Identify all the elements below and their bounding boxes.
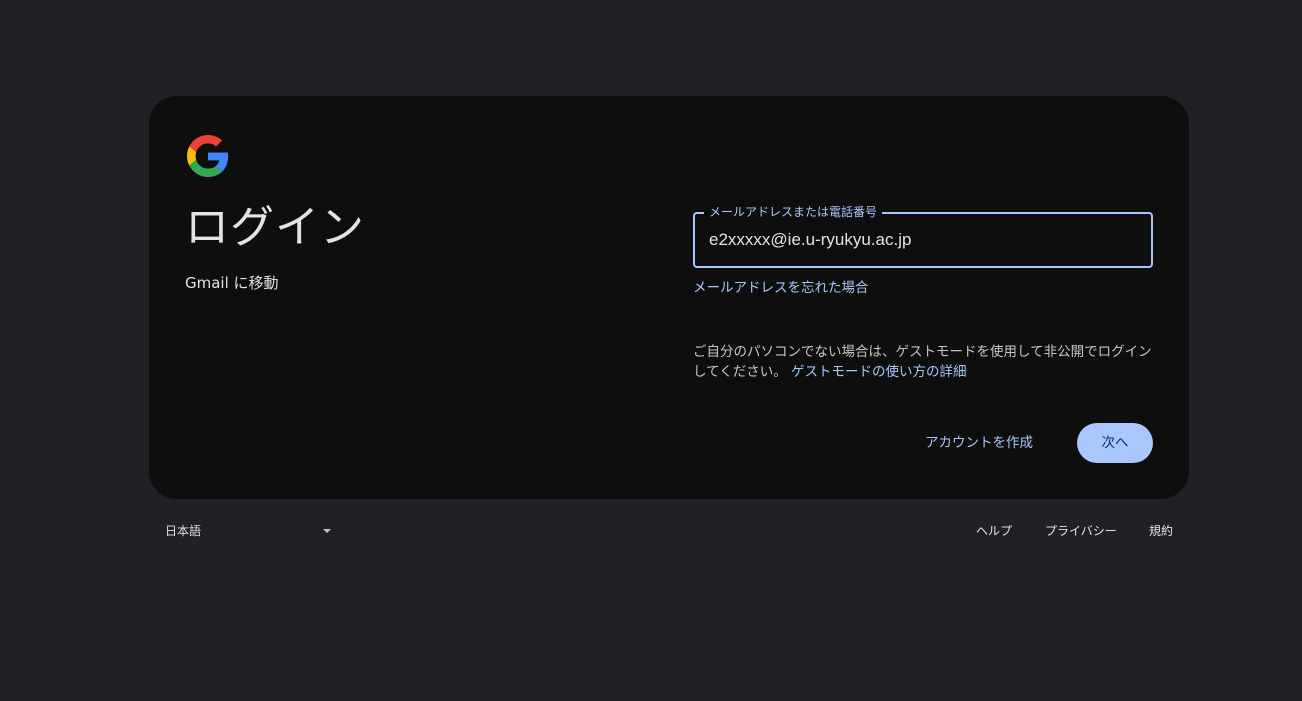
caret-down-icon — [323, 529, 331, 533]
language-selector[interactable]: 日本語 — [165, 520, 335, 542]
google-logo-icon — [187, 135, 229, 177]
email-field[interactable]: メールアドレスまたは電話番号 — [693, 204, 1153, 268]
footer-links: ヘルプ プライバシー 規約 — [960, 520, 1189, 542]
email-input[interactable] — [709, 227, 1129, 253]
email-field-label: メールアドレスまたは電話番号 — [704, 204, 883, 220]
login-card: ログイン Gmail に移動 メールアドレスまたは電話番号 メールアドレスを忘れ… — [149, 96, 1189, 499]
guest-mode-notice: ご自分のパソコンでない場合は、ゲストモードを使用して非公開でログインしてください… — [693, 342, 1153, 382]
language-label: 日本語 — [165, 524, 202, 538]
privacy-link[interactable]: プライバシー — [1045, 520, 1117, 542]
page-subtitle: Gmail に移動 — [185, 274, 279, 292]
forgot-email-link[interactable]: メールアドレスを忘れた場合 — [693, 278, 869, 298]
guest-mode-help-link[interactable]: ゲストモードの使い方の詳細 — [791, 364, 967, 380]
next-button[interactable]: 次へ — [1077, 423, 1153, 463]
terms-link[interactable]: 規約 — [1149, 520, 1173, 542]
page-title: ログイン — [185, 202, 365, 253]
help-link[interactable]: ヘルプ — [976, 520, 1012, 542]
create-account-button[interactable]: アカウントを作成 — [911, 424, 1047, 462]
